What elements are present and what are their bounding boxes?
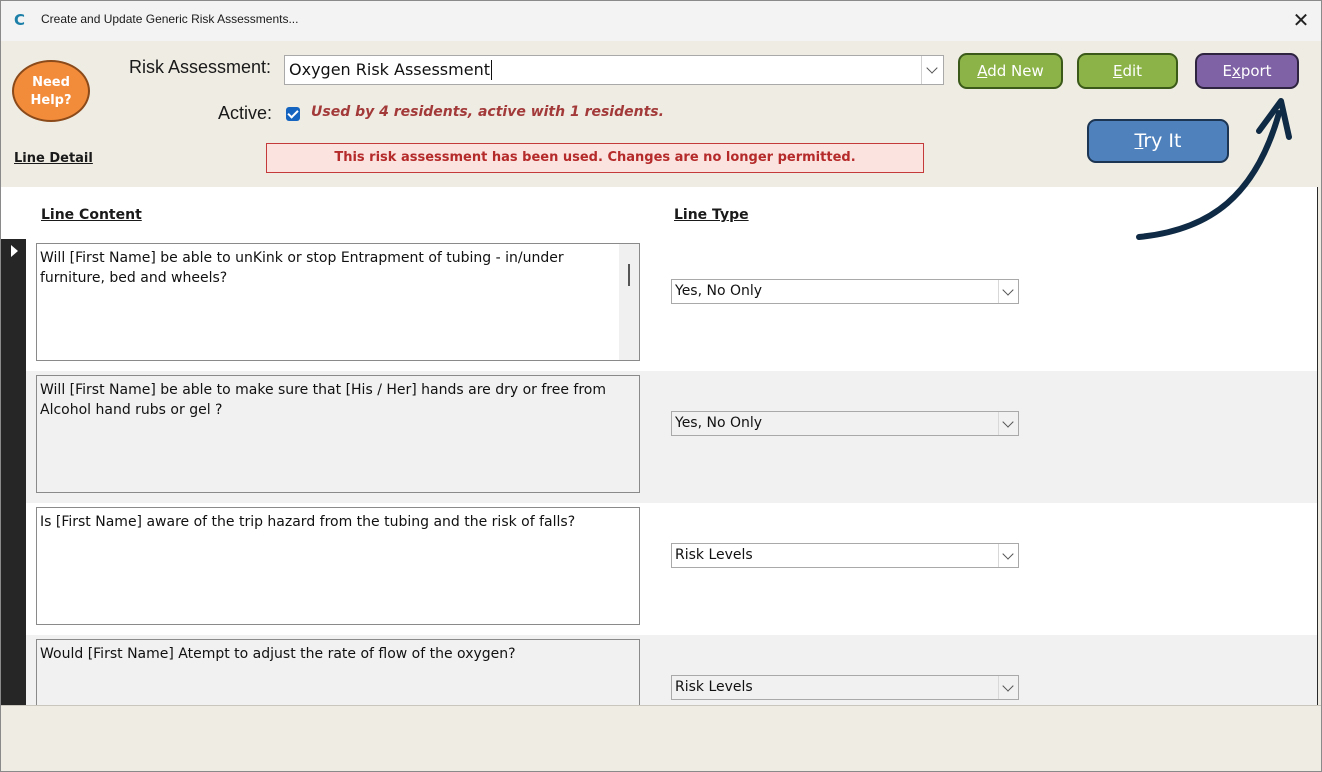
usage-status-text: Used by 4 residents, active with 1 resid… (311, 104, 664, 120)
table-row: Will [First Name] be able to make sure t… (1, 371, 1317, 504)
need-help-button[interactable]: Need Help? (12, 60, 90, 122)
table-row: Would [First Name] Atempt to adjust the … (1, 635, 1317, 705)
line-content-text: Would [First Name] Atempt to adjust the … (40, 646, 516, 662)
text-cursor (491, 60, 492, 80)
record-selector[interactable] (1, 635, 26, 705)
record-selector[interactable] (1, 239, 26, 372)
line-type-value: Risk Levels (675, 679, 753, 695)
line-type-dropdown-button[interactable] (998, 544, 1018, 567)
risk-assessment-dropdown-button[interactable] (921, 56, 943, 84)
warning-banner: This risk assessment has been used. Chan… (266, 143, 924, 173)
line-type-combo[interactable]: Risk Levels (671, 543, 1019, 568)
chevron-down-icon (926, 62, 938, 74)
column-header-line-content: Line Content (41, 207, 142, 223)
line-content-text: Will [First Name] be able to make sure t… (40, 382, 606, 418)
line-type-value: Yes, No Only (675, 415, 763, 431)
record-selector[interactable] (1, 503, 26, 636)
table-row: Is [First Name] aware of the trip hazard… (1, 503, 1317, 636)
scrollbar[interactable] (619, 244, 639, 360)
line-content-field[interactable]: Is [First Name] aware of the trip hazard… (36, 507, 640, 625)
export-button[interactable]: Export (1195, 53, 1299, 89)
line-type-value: Yes, No Only (675, 283, 763, 299)
close-button[interactable]: ✕ (1285, 7, 1317, 33)
line-detail-link[interactable]: Line Detail (14, 151, 93, 166)
line-type-combo[interactable]: Yes, No Only (671, 411, 1019, 436)
risk-assessment-label: Risk Assessment: (129, 57, 272, 77)
table-row: Will [First Name] be able to unKink or s… (1, 239, 1317, 372)
line-type-combo[interactable]: Yes, No Only (671, 279, 1019, 304)
risk-assessment-combo[interactable]: Oxygen Risk Assessment (284, 55, 944, 85)
line-type-value: Risk Levels (675, 547, 753, 563)
app-window: C Create and Update Generic Risk Assessm… (0, 0, 1322, 772)
line-content-field[interactable]: Would [First Name] Atempt to adjust the … (36, 639, 640, 705)
chevron-down-icon (1002, 284, 1014, 296)
line-content-text: Is [First Name] aware of the trip hazard… (40, 514, 576, 530)
risk-assessment-value[interactable]: Oxygen Risk Assessment (289, 60, 490, 79)
app-logo-icon: C (14, 11, 26, 29)
active-label: Active: (218, 103, 273, 123)
record-selector[interactable] (1, 371, 26, 504)
line-content-field[interactable]: Will [First Name] be able to unKink or s… (36, 243, 640, 361)
chevron-down-icon (1002, 548, 1014, 560)
add-new-button[interactable]: Add New (958, 53, 1063, 89)
scrollbar-thumb[interactable] (628, 264, 630, 286)
footer-panel (1, 705, 1321, 771)
edit-button[interactable]: Edit (1077, 53, 1178, 89)
line-content-text: Will [First Name] be able to unKink or s… (40, 250, 564, 286)
line-type-combo[interactable]: Risk Levels (671, 675, 1019, 700)
line-content-field[interactable]: Will [First Name] be able to make sure t… (36, 375, 640, 493)
line-type-dropdown-button[interactable] (998, 412, 1018, 435)
current-record-icon (11, 245, 18, 257)
line-detail-subform: Line Content Line Type Will [First Name]… (1, 187, 1318, 705)
close-icon: ✕ (1292, 8, 1310, 32)
curved-arrow-icon (1136, 98, 1292, 240)
line-type-dropdown-button[interactable] (998, 676, 1018, 699)
chevron-down-icon (1002, 416, 1014, 428)
window-title: Create and Update Generic Risk Assessmen… (41, 12, 299, 26)
chevron-down-icon (1002, 680, 1014, 692)
column-header-line-type: Line Type (674, 207, 749, 223)
line-type-dropdown-button[interactable] (998, 280, 1018, 303)
title-bar: C Create and Update Generic Risk Assessm… (1, 1, 1321, 41)
active-checkbox[interactable] (286, 107, 300, 121)
